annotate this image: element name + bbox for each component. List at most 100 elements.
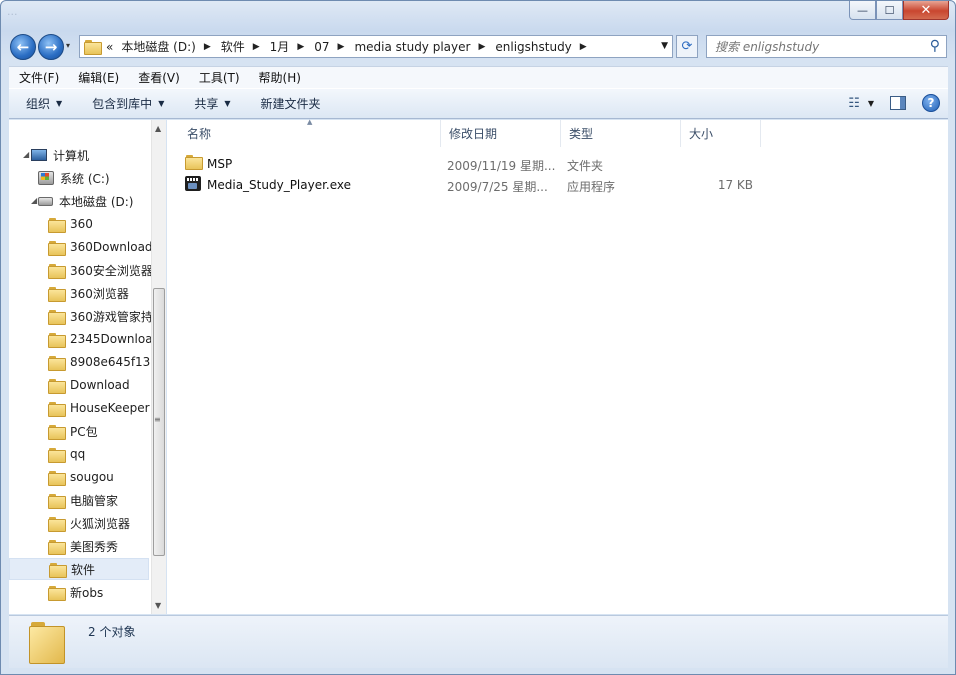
forward-button[interactable]: → <box>38 34 64 60</box>
scroll-down-arrow-icon[interactable]: ▼ <box>155 601 161 610</box>
close-button[interactable]: ✕ <box>903 1 949 20</box>
address-bar[interactable]: « 本地磁盘 (D:) ▶ 软件 ▶ 1月 ▶ 07 ▶ media study player ▶… <box>79 35 673 58</box>
nav-item-computer[interactable]: 计算机 <box>31 144 165 166</box>
address-overflow[interactable]: « <box>106 40 113 54</box>
breadcrumb-item[interactable]: 软件 ▶ <box>221 38 270 55</box>
nav-pane-scrollbar[interactable]: ▲ ≡ ▼ <box>151 120 166 614</box>
breadcrumb-label: enligshstudy <box>495 39 572 54</box>
folder-icon <box>48 539 66 555</box>
nav-item[interactable]: 新obs <box>48 581 165 603</box>
breadcrumb-separator-icon[interactable]: ▶ <box>204 42 211 52</box>
nav-item[interactable]: 360Download <box>48 236 165 258</box>
collapse-arrow-icon[interactable]: ◢ <box>23 150 29 159</box>
column-date-label: 修改日期 <box>449 127 498 141</box>
menu-item[interactable]: 文件(F) <box>9 69 68 86</box>
breadcrumb-separator-icon[interactable]: ▶ <box>338 42 345 52</box>
nav-item[interactable]: 电脑管家 <box>48 489 165 511</box>
maximize-button[interactable]: ☐ <box>876 1 903 20</box>
column-header-name[interactable]: 名称 <box>179 120 441 147</box>
nav-item-label: 电脑管家 <box>70 493 119 508</box>
nav-item[interactable]: 8908e645f138 <box>48 351 165 373</box>
address-dropdown-icon[interactable]: ▼ <box>661 41 668 51</box>
minimize-button[interactable]: — <box>849 1 876 20</box>
folder-icon <box>48 378 66 394</box>
nav-item[interactable]: sougou <box>48 466 165 488</box>
folder-icon <box>48 217 66 233</box>
nav-item-label: 新obs <box>70 585 104 600</box>
change-view-button[interactable]: ☷ ▼ <box>848 96 874 111</box>
breadcrumb-separator-icon[interactable]: ▶ <box>580 42 587 52</box>
column-header-date[interactable]: 修改日期 <box>441 120 561 147</box>
breadcrumb-label: 07 <box>314 39 330 54</box>
menu-bar: 文件(F) 编辑(E) 查看(V) 工具(T) 帮助(H) <box>9 66 948 88</box>
folder-icon <box>84 40 102 55</box>
nav-item[interactable]: 360安全浏览器 <box>48 259 165 281</box>
share-button[interactable]: 共享 ▼ <box>174 95 240 112</box>
breadcrumb-separator-icon[interactable]: ▶ <box>297 42 304 52</box>
nav-item[interactable]: PC包 <box>48 420 165 442</box>
search-box[interactable]: ⚲ <box>706 35 947 58</box>
chevron-down-icon: ▼ <box>158 99 165 108</box>
nav-item-label: 360Download <box>70 240 153 254</box>
preview-pane-icon[interactable] <box>890 96 906 110</box>
scroll-up-arrow-icon[interactable]: ▲ <box>155 124 161 133</box>
nav-item[interactable]: 本地磁盘 (D:) <box>38 190 165 212</box>
breadcrumb-separator-icon[interactable]: ▶ <box>478 42 485 52</box>
folder-icon <box>48 470 66 486</box>
file-name: MSP <box>207 157 233 171</box>
nav-item[interactable]: HouseKeeper <box>48 397 165 419</box>
nav-item[interactable]: 火狐浏览器 <box>48 512 165 534</box>
nav-item[interactable]: 软件 <box>9 558 149 580</box>
organize-button[interactable]: 组织 ▼ <box>9 95 72 112</box>
folder-icon <box>48 240 66 256</box>
file-date: 2009/11/19 星期... <box>447 159 556 173</box>
nav-item-label: 软件 <box>71 562 96 577</box>
help-icon[interactable]: ? <box>922 94 940 112</box>
nav-item-label: qq <box>70 447 86 461</box>
folder-icon <box>48 516 66 532</box>
nav-item[interactable]: 360浏览器 <box>48 282 165 304</box>
breadcrumb-item[interactable]: 本地磁盘 (D:) ▶ <box>121 38 220 55</box>
navigation-pane: ◢ 计算机 系统 (C:) 本地磁盘 (D:) ◢ 360 360Download 360… <box>9 120 166 614</box>
new-folder-button[interactable]: 新建文件夹 <box>241 95 331 112</box>
back-arrow-icon: ← <box>16 38 30 56</box>
breadcrumb-label: media study player <box>354 39 471 54</box>
breadcrumb-item[interactable]: enligshstudy ▶ <box>495 38 596 55</box>
file-row[interactable]: MSP 2009/11/19 星期... 文件夹 <box>167 154 767 174</box>
column-header-size[interactable]: 大小 <box>681 120 761 147</box>
nav-item[interactable]: 2345Downloa <box>48 328 165 350</box>
column-size-label: 大小 <box>689 127 714 141</box>
column-header-type[interactable]: 类型 <box>561 120 681 147</box>
nav-item[interactable]: Download <box>48 374 165 396</box>
breadcrumb-item[interactable]: 07 ▶ <box>314 38 354 55</box>
search-input[interactable] <box>707 38 917 55</box>
file-row[interactable]: Media_Study_Player.exe 2009/7/25 星期... 应用程… <box>167 175 767 195</box>
nav-item[interactable]: qq <box>48 443 165 465</box>
refresh-button[interactable]: ⟳ <box>676 35 698 58</box>
recent-pages-dropdown[interactable]: ▾ <box>66 41 70 50</box>
folder-icon <box>48 401 66 417</box>
include-in-library-button[interactable]: 包含到库中 ▼ <box>72 95 174 112</box>
search-icon[interactable]: ⚲ <box>930 38 940 54</box>
nav-item-label: 8908e645f138 <box>70 355 158 369</box>
nav-item[interactable]: 系统 (C:) <box>38 167 165 189</box>
forward-arrow-icon: → <box>44 38 58 56</box>
breadcrumb-item[interactable]: 1月 ▶ <box>270 38 315 55</box>
system-drive-icon <box>38 171 54 185</box>
chevron-down-icon: ▼ <box>56 99 63 108</box>
menu-item[interactable]: 帮助(H) <box>249 69 310 86</box>
file-date: 2009/7/25 星期... <box>447 180 548 194</box>
nav-item[interactable]: 360 <box>48 213 165 235</box>
nav-item[interactable]: 360游戏管家持 <box>48 305 165 327</box>
menu-item[interactable]: 工具(T) <box>189 69 249 86</box>
breadcrumb-separator-icon[interactable]: ▶ <box>253 42 260 52</box>
back-button[interactable]: ← <box>10 34 36 60</box>
caption-buttons: — ☐ ✕ <box>849 1 949 20</box>
collapse-arrow-icon[interactable]: ◢ <box>31 196 37 205</box>
menu-item[interactable]: 查看(V) <box>128 69 189 86</box>
menu-item[interactable]: 编辑(E) <box>68 69 128 86</box>
folder-icon <box>48 585 66 601</box>
breadcrumb: 本地磁盘 (D:) ▶ 软件 ▶ 1月 ▶ 07 ▶ media study player ▶ en… <box>121 38 596 55</box>
nav-item[interactable]: 美图秀秀 <box>48 535 165 557</box>
breadcrumb-item[interactable]: media study player ▶ <box>354 38 495 55</box>
